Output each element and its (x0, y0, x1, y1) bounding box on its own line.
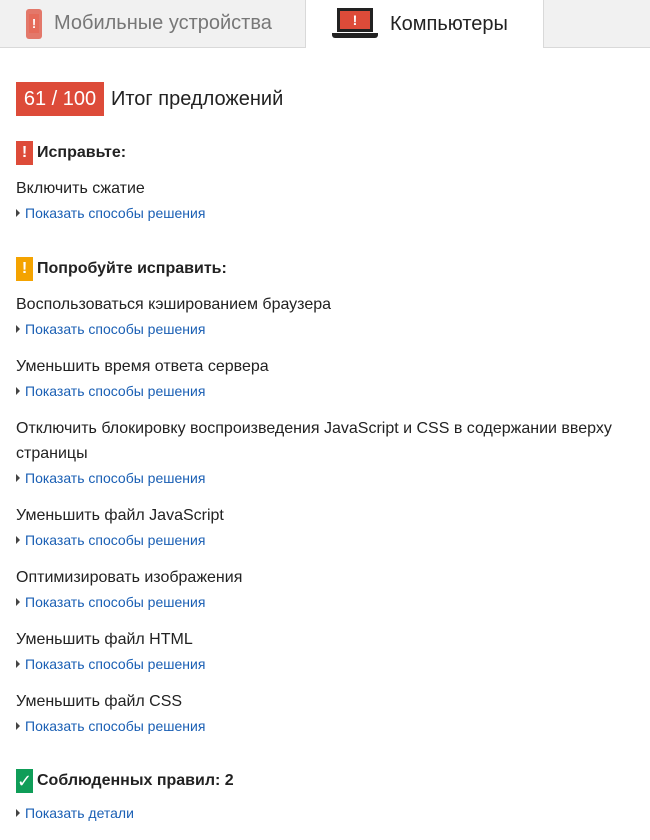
rule-title: Уменьшить файл JavaScript (16, 507, 224, 524)
exclamation-icon: ! (16, 141, 33, 165)
rule-item: Уменьшить файл CSS Показать способы реше… (16, 689, 636, 734)
show-details-link[interactable]: Показать детали (16, 805, 636, 821)
tab-mobile-label: Мобильные устройства (54, 12, 272, 34)
section-consider-label: Попробуйте исправить: (37, 260, 227, 277)
show-solutions-label: Показать способы решения (25, 718, 206, 734)
rule-item: Оптимизировать изображения Показать спос… (16, 565, 636, 610)
show-solutions-label: Показать способы решения (25, 594, 206, 610)
rule-item: Уменьшить время ответа сервера Показать … (16, 354, 636, 399)
rule-title: Уменьшить файл HTML (16, 631, 193, 648)
rule-title: Отключить блокировку воспроизведения Jav… (16, 420, 612, 462)
triangle-right-icon (16, 387, 20, 395)
rule-title: Включить сжатие (16, 180, 145, 197)
score-badge: 61 / 100 (16, 82, 104, 116)
rule-item: Отключить блокировку воспроизведения Jav… (16, 416, 636, 486)
section-consider-heading: ! Попробуйте исправить: (16, 257, 227, 281)
show-solutions-link[interactable]: Показать способы решения (16, 205, 636, 221)
tab-bar-filler (544, 0, 650, 48)
triangle-right-icon (16, 325, 20, 333)
triangle-right-icon (16, 209, 20, 217)
show-solutions-link[interactable]: Показать способы решения (16, 321, 636, 337)
rule-item: Воспользоваться кэшированием браузера По… (16, 292, 636, 337)
show-solutions-link[interactable]: Показать способы решения (16, 470, 636, 486)
laptop-alert-icon: ! (332, 8, 378, 40)
triangle-right-icon (16, 598, 20, 606)
summary-title: Итог предложений (111, 87, 284, 110)
show-solutions-label: Показать способы решения (25, 656, 206, 672)
rule-item: Уменьшить файл JavaScript Показать спосо… (16, 503, 636, 548)
show-solutions-link[interactable]: Показать способы решения (16, 383, 636, 399)
checkmark-icon: ✓ (16, 769, 33, 793)
triangle-right-icon (16, 809, 20, 817)
score-summary: 61 / 100 Итог предложений (16, 82, 283, 116)
rule-item: Уменьшить файл HTML Показать способы реш… (16, 627, 636, 672)
section-passed-label: Соблюденных правил: 2 (37, 772, 234, 789)
rule-title: Оптимизировать изображения (16, 569, 243, 586)
triangle-right-icon (16, 474, 20, 482)
rule-title: Уменьшить файл CSS (16, 693, 183, 710)
mobile-phone-alert-icon: ! (26, 8, 42, 39)
tab-desktop[interactable]: ! Компьютеры (306, 0, 544, 48)
triangle-right-icon (16, 722, 20, 730)
rule-title: Воспользоваться кэшированием браузера (16, 296, 332, 313)
show-solutions-label: Показать способы решения (25, 321, 206, 337)
exclamation-icon: ! (16, 257, 33, 281)
device-tabs: ! Мобильные устройства ! Компьютеры (0, 0, 650, 48)
section-fix-label: Исправьте: (37, 144, 127, 161)
section-passed-heading: ✓ Соблюденных правил: 2 (16, 769, 234, 793)
section-fix-heading: ! Исправьте: (16, 141, 126, 165)
tab-mobile[interactable]: ! Мобильные устройства (0, 0, 306, 48)
show-solutions-link[interactable]: Показать способы решения (16, 718, 636, 734)
tab-desktop-label: Компьютеры (390, 12, 508, 35)
triangle-right-icon (16, 536, 20, 544)
show-details-label: Показать детали (25, 805, 134, 821)
show-solutions-label: Показать способы решения (25, 532, 206, 548)
show-solutions-label: Показать способы решения (25, 383, 206, 399)
triangle-right-icon (16, 660, 20, 668)
show-solutions-link[interactable]: Показать способы решения (16, 594, 636, 610)
show-solutions-label: Показать способы решения (25, 205, 206, 221)
show-solutions-link[interactable]: Показать способы решения (16, 532, 636, 548)
show-solutions-label: Показать способы решения (25, 470, 206, 486)
rule-item: Включить сжатие Показать способы решения (16, 176, 636, 221)
show-solutions-link[interactable]: Показать способы решения (16, 656, 636, 672)
rule-item: Показать детали (16, 805, 636, 821)
rule-title: Уменьшить время ответа сервера (16, 358, 269, 375)
